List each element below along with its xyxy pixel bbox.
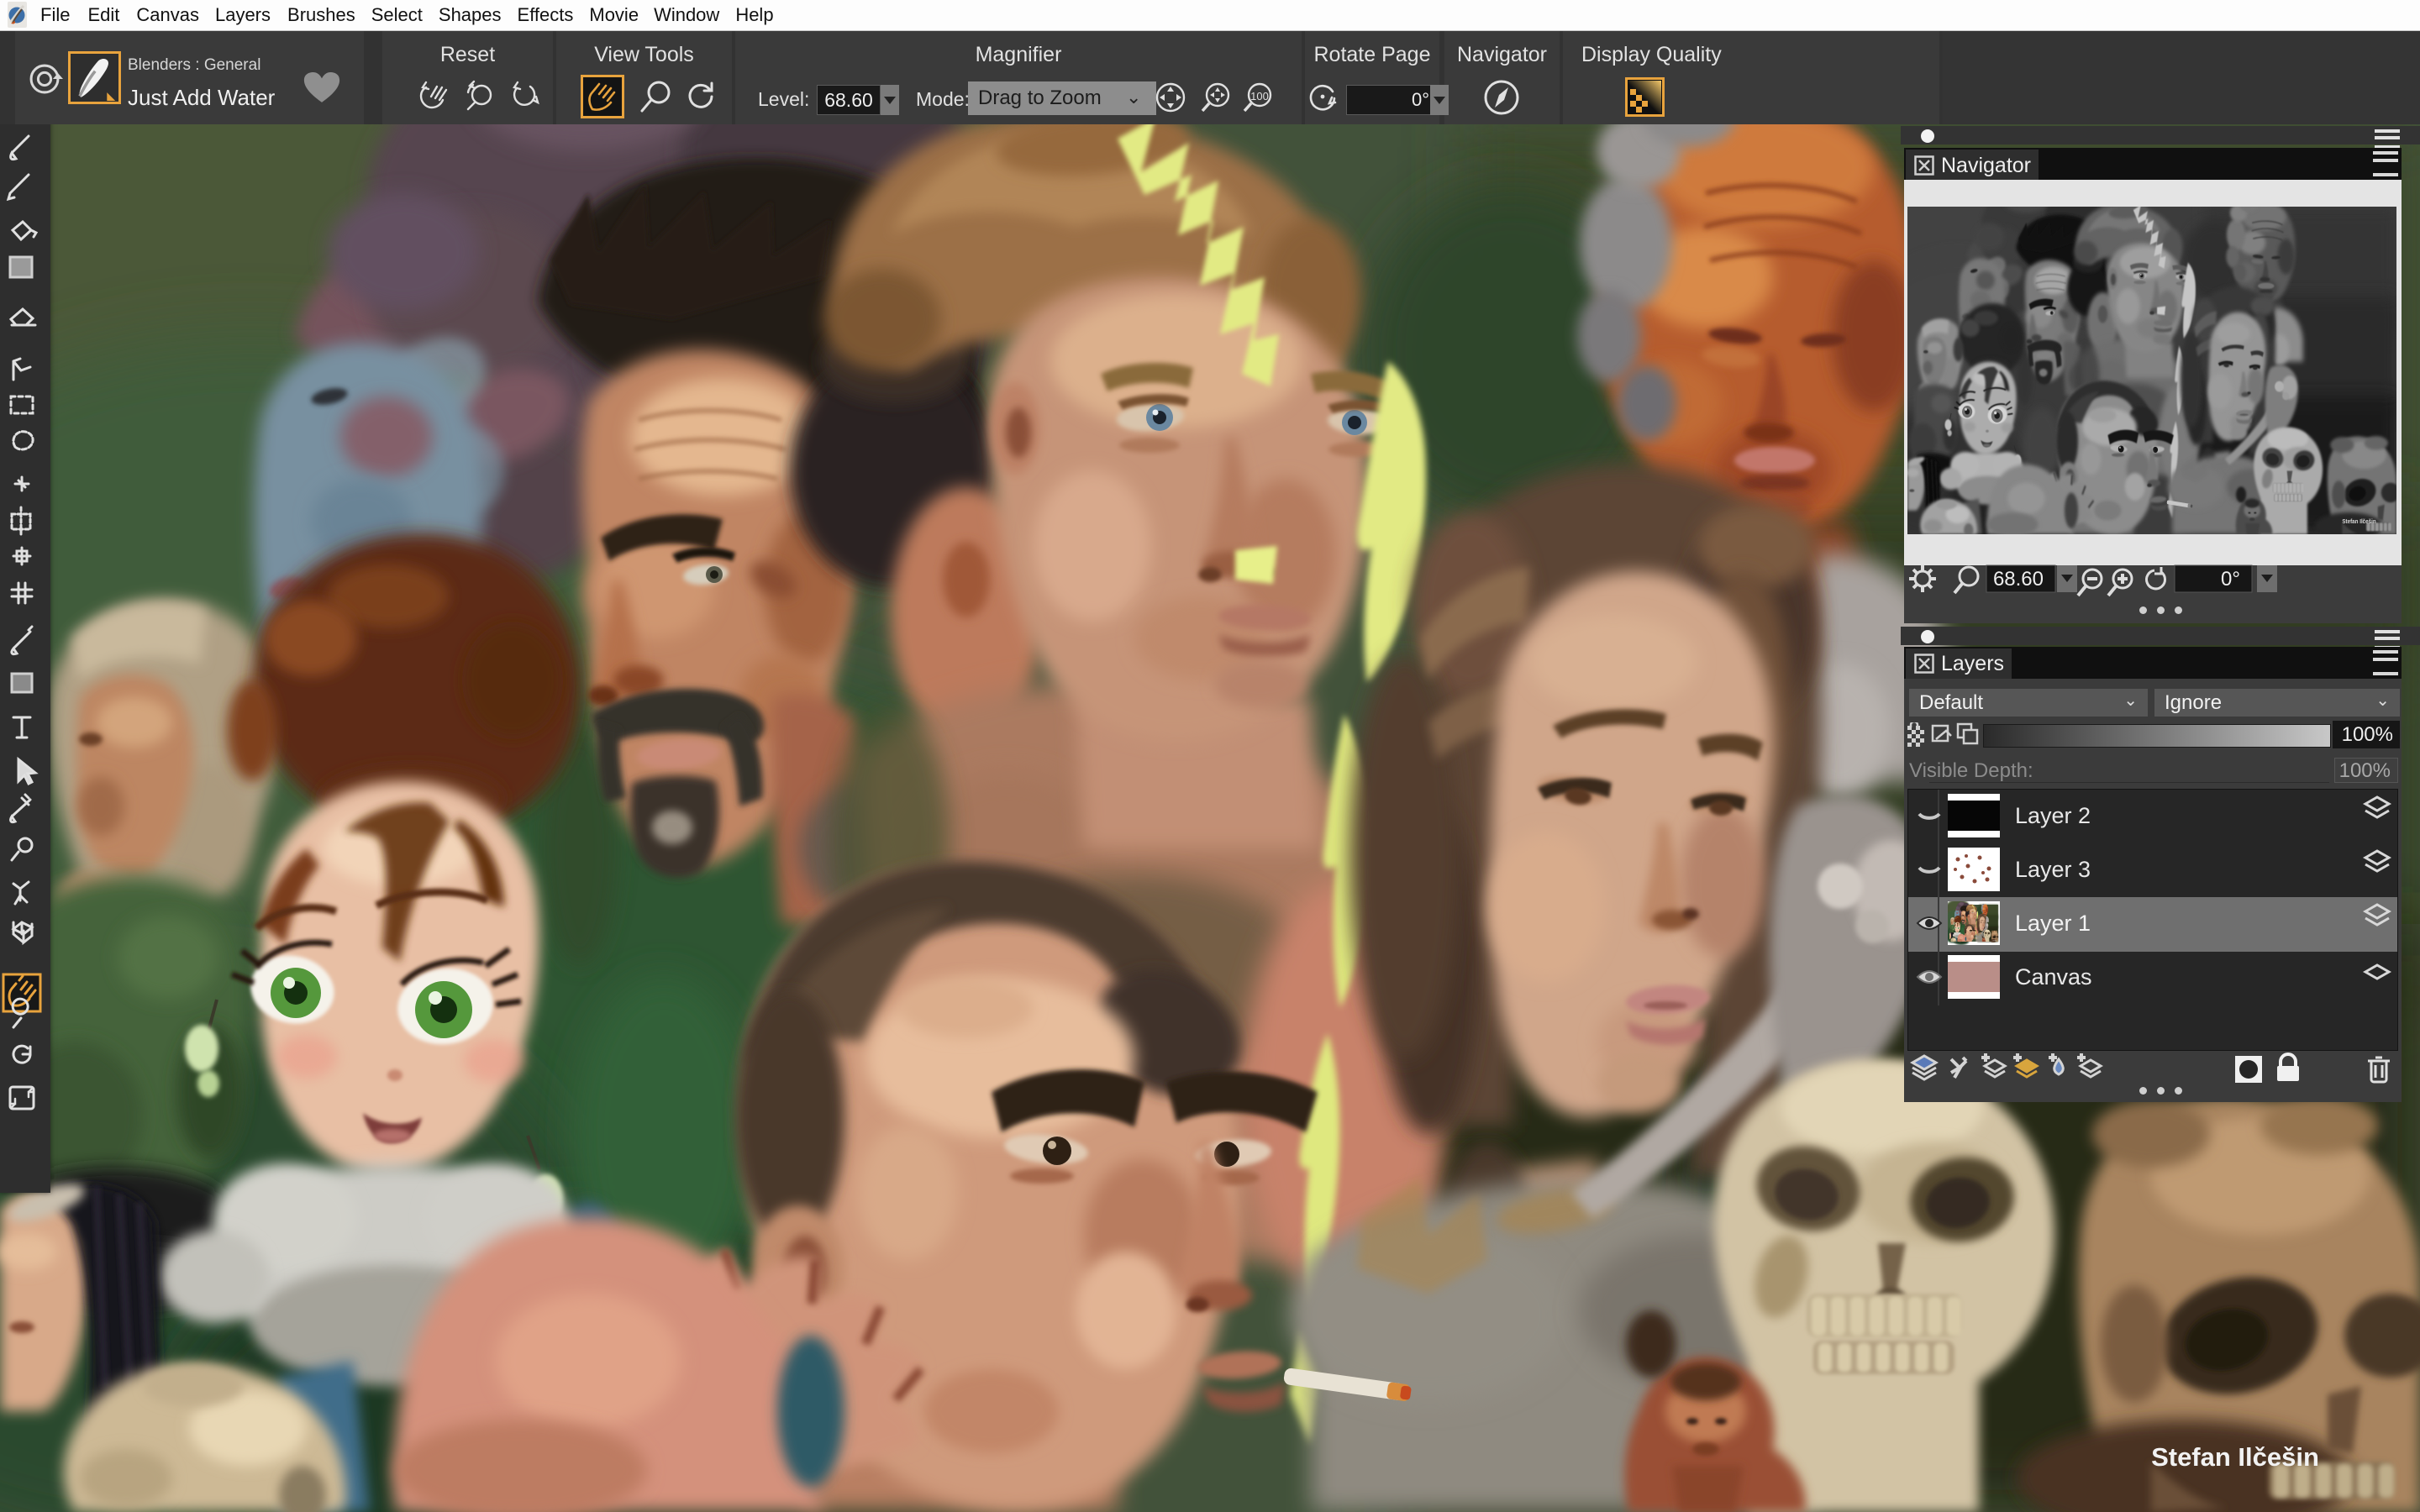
svg-text:68.60: 68.60 <box>1993 568 2044 591</box>
svg-text:Layer 1: Layer 1 <box>2015 911 2091 936</box>
svg-text:100: 100 <box>1250 90 1269 102</box>
svg-text:Stefan Ilčešin: Stefan Ilčešin <box>2151 1442 2319 1472</box>
svg-text:Layer 3: Layer 3 <box>2015 857 2091 882</box>
svg-text:0°: 0° <box>2221 568 2240 591</box>
svg-text:Layer 2: Layer 2 <box>2015 803 2091 828</box>
svg-text:Canvas: Canvas <box>2015 964 2092 990</box>
